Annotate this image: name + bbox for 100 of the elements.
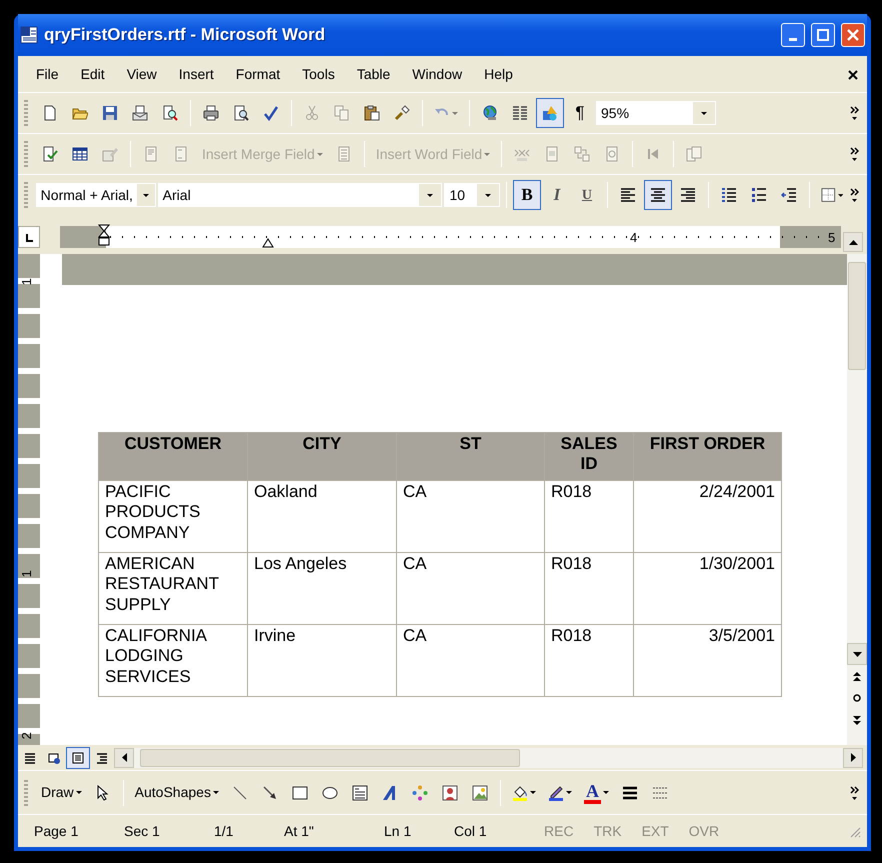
dropdown-field[interactable]: 10 [444,183,500,207]
right-arrow-icon [850,753,856,762]
menu-item[interactable]: Format [226,60,290,88]
status-text: OVR [688,822,720,840]
picture-icon [472,784,488,800]
resize-grip-icon[interactable] [849,826,861,838]
menu-item[interactable]: Window [402,60,472,88]
new-page-icon [42,105,58,121]
table-cell: CA [396,480,544,552]
normal-view-icon [24,752,36,764]
spelling-check-icon [263,105,279,121]
outline-view-icon [96,752,108,764]
menu-item[interactable]: Edit [70,60,115,88]
envelope-document-icon [132,105,148,121]
chevron-icon[interactable] [850,188,859,204]
chevron-icon[interactable] [850,147,859,162]
table-cell: PACIFIC PRODUCTS COMPANY [98,480,248,552]
find-entry-icon [686,146,702,162]
column-header: CUSTOMER [98,432,248,480]
clip-art-icon [442,784,458,800]
print-preview-icon [233,105,249,121]
menu-item[interactable]: File [26,60,69,88]
circle-icon [853,694,861,702]
menu-item[interactable]: View [116,60,167,88]
web-view-icon [48,752,60,764]
caret-icon [602,791,609,794]
mouse-pointer-icon [94,784,111,800]
magnifier-document-icon [162,105,178,121]
caret-icon [427,194,434,196]
scissors-icon [304,105,320,121]
drawing-shapes-icon [542,105,558,121]
status-text: REC [543,822,575,840]
scroll-right-button[interactable] [843,748,863,768]
ruler-number: 1 [18,278,35,286]
indent-marker-icon[interactable] [98,224,110,246]
oval-icon [322,784,338,800]
status-text: At 1" [283,822,315,840]
menu-item[interactable]: Tools [292,60,345,88]
field-list-icon [336,146,352,162]
recipients-edit-icon [102,146,118,162]
minimize-button[interactable] [781,23,805,47]
diagram-icon [412,784,428,800]
table-cell: R018 [544,552,634,624]
table-cell: Oakland [248,480,396,552]
caret-icon [452,112,458,114]
wordart-icon [382,784,398,800]
columns-icon [512,105,528,121]
toolbar-button[interactable]: U [572,180,601,210]
tab-stop-icon[interactable] [262,237,274,248]
scroll-down-button[interactable] [847,643,867,665]
status-text: Col 1 [453,822,488,840]
toolbar-button[interactable]: A [578,778,614,808]
toolbar-button[interactable]: Draw [36,778,87,808]
toolbar-handle[interactable] [24,141,28,167]
toolbar-button[interactable]: AutoShapes [130,778,224,808]
table-cell: AMERICAN RESTAURANT SUPPLY [98,552,248,624]
toolbar-handle[interactable] [24,780,28,806]
chevron-icon[interactable] [850,786,859,801]
table-cell: 2/24/2001 [634,480,782,552]
tab-selector[interactable] [18,226,40,248]
dropdown-field[interactable]: Normal + Arial, [36,183,156,207]
toolbar-button[interactable]: B [512,180,541,210]
double-down-arrow-icon [853,716,861,724]
toolbar-button[interactable] [644,180,672,210]
decrease-indent-icon [780,187,797,203]
word-document-icon [20,26,38,44]
text-box-icon [352,784,368,800]
scroll-up-button[interactable] [843,232,863,252]
table-cell: CA [396,624,544,696]
scroll-thumb[interactable] [848,262,866,370]
ruler-number: 2 [18,732,35,740]
menu-item[interactable]: Insert [168,60,224,88]
table-cell: 3/5/2001 [634,624,782,696]
address-block-icon [143,146,159,162]
status-text: 1/1 [213,822,234,840]
menu-item[interactable]: Help [474,60,523,88]
menu-item[interactable]: Table [346,60,400,88]
toolbar-handle[interactable] [24,182,28,208]
dropdown-field[interactable]: 95% [596,101,716,125]
caret-icon [701,112,707,114]
toolbar-button[interactable]: I [542,180,571,210]
column-header: ST [396,432,544,480]
chevron-icon[interactable] [850,106,859,122]
left-tab-icon [24,232,34,242]
dropdown-field[interactable]: Arial [158,183,442,207]
close-button[interactable] [841,23,865,47]
table-cell: Los Angeles [248,552,396,624]
view-button[interactable] [66,746,90,768]
maximize-button[interactable] [811,23,835,47]
status-text: Sec 1 [123,822,161,840]
status-text: Ln 1 [383,822,412,840]
scroll-thumb[interactable] [140,748,520,766]
toolbar-button[interactable]: ¶ [566,98,594,128]
table-cell: CA [396,552,544,624]
align-left-icon [620,187,636,203]
scroll-left-button[interactable] [114,748,134,768]
pen-icon [548,784,564,800]
table-cell: CALIFORNIA LODGING SERVICES [98,624,248,696]
close-icon[interactable] [847,68,859,81]
toolbar-handle[interactable] [24,100,28,126]
